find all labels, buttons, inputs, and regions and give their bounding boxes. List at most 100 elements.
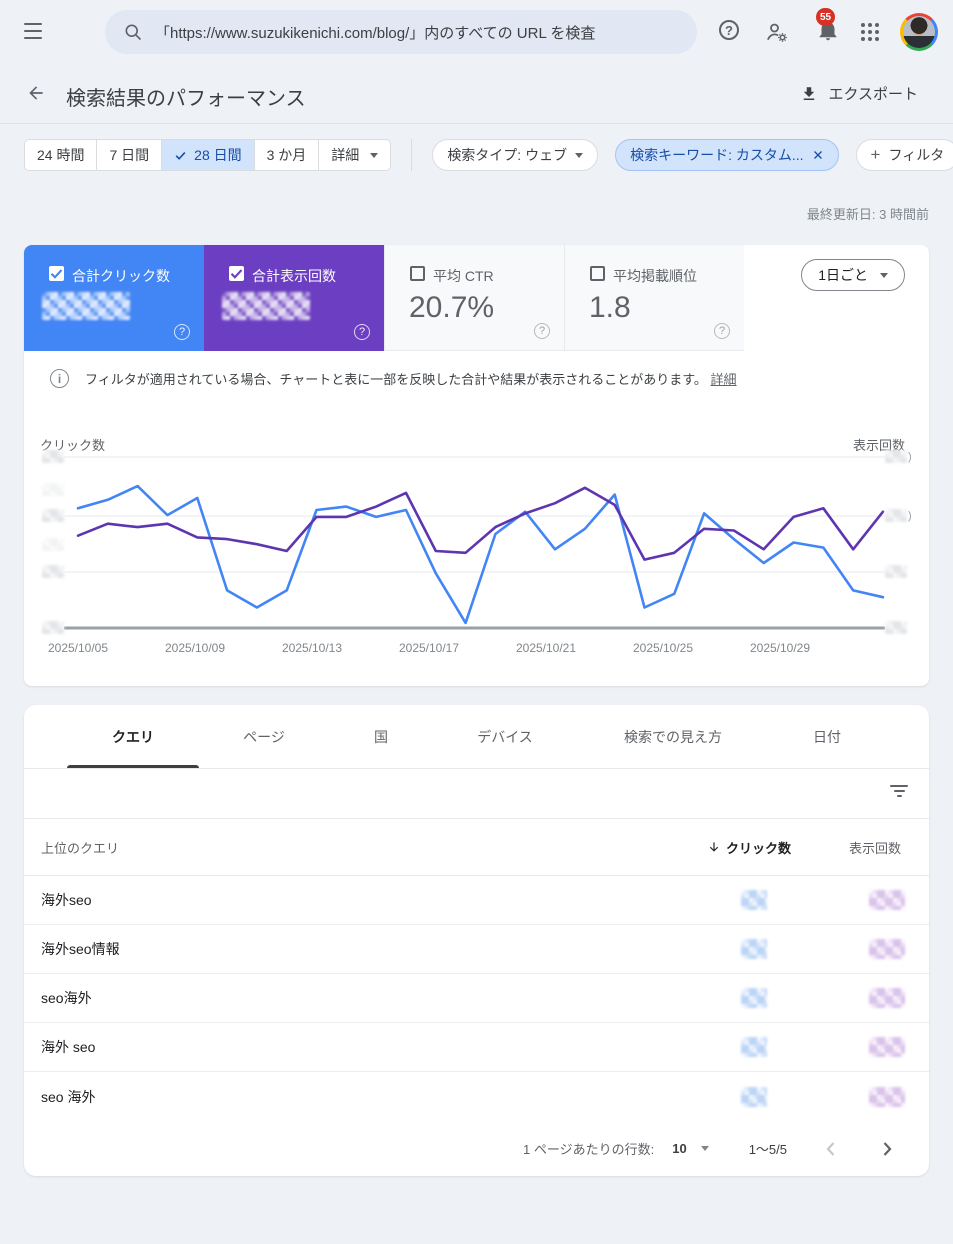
date-range-label: 詳細 [331,147,360,163]
chip-label: 検索キーワード: カスタム... [630,147,804,163]
tab-国[interactable]: 国 [329,705,433,768]
metric-help-icon[interactable]: ? [354,324,370,340]
tab-検索での見え方[interactable]: 検索での見え方 [577,705,769,768]
blurred-impressions-value [869,1086,905,1107]
table-header-row: 上位のクエリ クリック数 表示回数 [24,819,929,876]
export-button[interactable]: エクスポート [800,83,918,104]
back-arrow-icon[interactable] [26,83,46,103]
granularity-dropdown[interactable]: 1日ごと [801,259,905,291]
table-filter-icon[interactable] [890,785,908,803]
prev-page-icon[interactable] [819,1137,843,1161]
metric-checkbox[interactable] [229,266,244,281]
metric-checkbox[interactable] [410,266,425,281]
filter-chips: 検索タイプ: ウェブ 検索キーワード: カスタム... + フィルタ [432,139,953,171]
metric-card-1[interactable]: 合計クリック数? [24,245,204,351]
export-label: エクスポート [828,86,918,103]
blurred-impressions-value [869,1037,905,1057]
metric-label: 合計表示回数 [252,268,336,284]
table-row[interactable]: seo海外 [24,974,929,1023]
filter-bar: 24 時間 7 日間 28 日間 3 か月 詳細 検索タイプ: ウェブ 検索キーワード: … [24,139,953,171]
banner-text: フィルタが適用されている場合、チャートと表に一部を反映した合計や結果が表示される… [85,372,707,387]
blurred-clicks-value [741,988,767,1008]
metric-value: 1.8 [589,291,631,324]
query-cell: seo海外 [41,990,92,1006]
x-axis-dates: 2025/10/05 2025/10/09 2025/10/13 2025/10/17… [24,641,929,657]
filter-info-banner: i フィルタが適用されている場合、チャートと表に一部を反映した合計や結果が表示さ… [50,369,737,388]
metric-help-icon[interactable]: ? [534,323,550,339]
performance-chart[interactable]: ) ) [24,425,929,640]
chevron-down-icon [880,272,888,278]
metric-card-2[interactable]: 合計表示回数? [204,245,384,351]
table-row[interactable]: 海外seo [24,876,929,925]
tab-デバイス[interactable]: デバイス [433,705,577,768]
tab-日付[interactable]: 日付 [769,705,885,768]
column-top-queries[interactable]: 上位のクエリ [24,838,651,857]
column-clicks-sorted[interactable]: クリック数 [651,838,791,857]
blurred-ytick [42,450,64,463]
banner-details-link[interactable]: 詳細 [711,372,737,387]
metric-help-icon[interactable]: ? [174,324,190,340]
date-range-24 時間[interactable]: 24 時間 [25,140,98,170]
metric-value: 20.7% [409,291,495,324]
metric-card-3[interactable]: 平均 CTR 20.7%? [384,245,564,351]
blurred-impressions-value [869,890,905,910]
date-range-3 か月[interactable]: 3 か月 [255,140,320,170]
blurred-impressions-value [869,939,905,959]
url-inspect-searchbox[interactable] [105,10,697,54]
blurred-clicks-value [741,1086,767,1107]
rows-per-page-value[interactable]: 10 [672,1141,686,1156]
blurred-metric-value [42,292,130,320]
x-tick-label: 2025/10/25 [632,641,694,655]
table-row[interactable]: 海外 seo [24,1023,929,1072]
metric-label: 平均 CTR [433,268,494,284]
blurred-ytick [42,509,64,522]
blurred-impressions-value [869,988,905,1008]
metric-label: 合計クリック数 [72,268,170,284]
rows-per-page-dropdown-icon[interactable] [700,1146,709,1151]
help-icon[interactable]: ? [719,20,743,44]
x-tick-label: 2025/10/21 [515,641,577,655]
blurred-ytick [42,483,64,496]
performance-card: 合計クリック数? 合計表示回数? 平均 CTR 20.7%? 平均掲載順位 1.8? 1日… [24,245,929,686]
blurred-ytick [885,565,907,578]
chevron-down-icon [370,152,379,158]
close-icon[interactable] [812,149,824,161]
user-settings-icon[interactable] [765,20,789,44]
tab-ページ[interactable]: ページ [199,705,329,768]
chevron-down-icon [575,152,584,158]
top-bar: ? 55 [0,0,953,64]
query-cell: 海外 seo [41,1039,96,1055]
tab-クエリ[interactable]: クエリ [67,705,199,768]
page-title: 検索結果のパフォーマンス [66,88,306,110]
date-range-詳細[interactable]: 詳細 [319,140,390,170]
account-avatar[interactable] [900,13,938,51]
next-page-icon[interactable] [875,1137,899,1161]
date-range-7 日間[interactable]: 7 日間 [97,140,163,170]
metric-help-icon[interactable]: ? [714,323,730,339]
tick-paren: ) [908,510,912,522]
search-icon [125,24,142,41]
column-impressions[interactable]: 表示回数 [791,838,929,857]
metric-card-4[interactable]: 平均掲載順位 1.8? [564,245,744,351]
metric-checkbox[interactable] [590,266,605,281]
filter-chip-2[interactable]: 検索キーワード: カスタム... [615,139,839,171]
table-row[interactable]: 海外seo情報 [24,925,929,974]
tick-paren: ) [908,451,912,463]
info-icon: i [50,369,69,388]
chip-label: 検索タイプ: ウェブ [447,147,568,163]
table-row[interactable]: seo 海外 [24,1072,929,1121]
dimension-tabs: クエリ ページ国デバイス 検索での見え方 日付 [24,705,929,769]
avatar-photo [903,16,935,48]
x-tick-label: 2025/10/13 [281,641,343,655]
menu-icon[interactable] [24,23,42,41]
google-apps-grid-icon[interactable] [858,20,882,44]
blurred-ytick [42,565,64,578]
date-range-28 日間[interactable]: 28 日間 [162,140,255,170]
query-cell: 海外seo情報 [41,941,120,957]
rows-per-page-label: 1 ページあたりの行数: [523,1142,655,1157]
notifications-bell-icon[interactable]: 55 [816,8,844,46]
filter-chip-3[interactable]: + フィルタ [855,139,953,171]
metric-checkbox[interactable] [49,266,64,281]
filter-chip-1[interactable]: 検索タイプ: ウェブ [432,139,599,171]
search-input[interactable] [155,23,681,41]
